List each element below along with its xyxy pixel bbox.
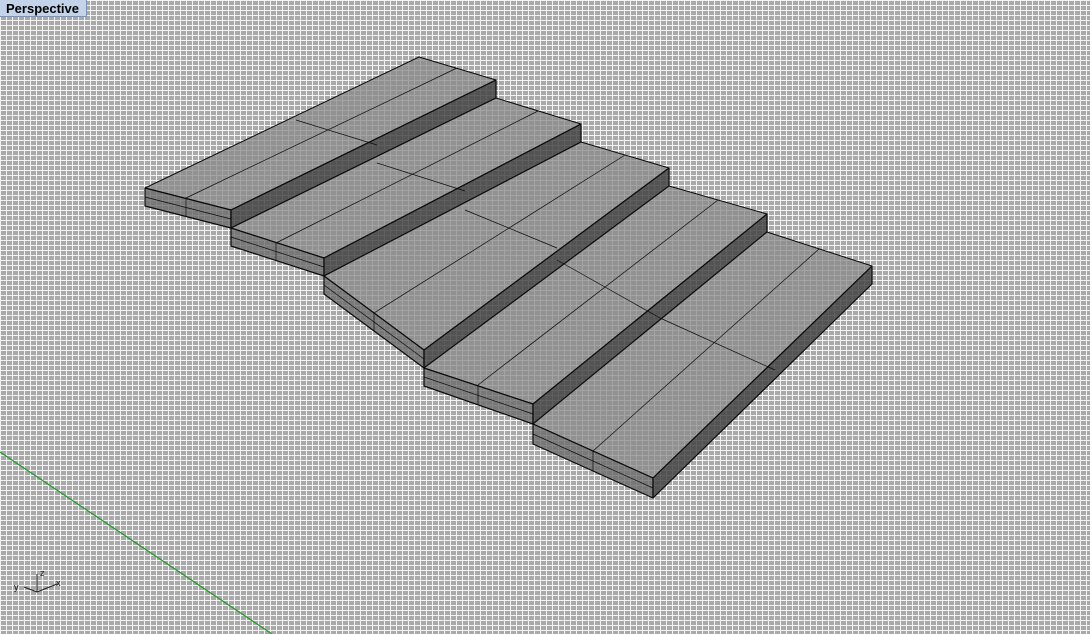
axis-widget-z-label: z <box>40 568 45 578</box>
viewport-title-tab[interactable]: Perspective <box>0 0 87 17</box>
axis-widget-y-label: y <box>14 582 19 592</box>
viewport-scene[interactable]: x y z <box>0 0 1090 634</box>
axis-widget-x-label: x <box>56 578 61 588</box>
perspective-viewport[interactable]: x y z Perspective <box>0 0 1090 634</box>
